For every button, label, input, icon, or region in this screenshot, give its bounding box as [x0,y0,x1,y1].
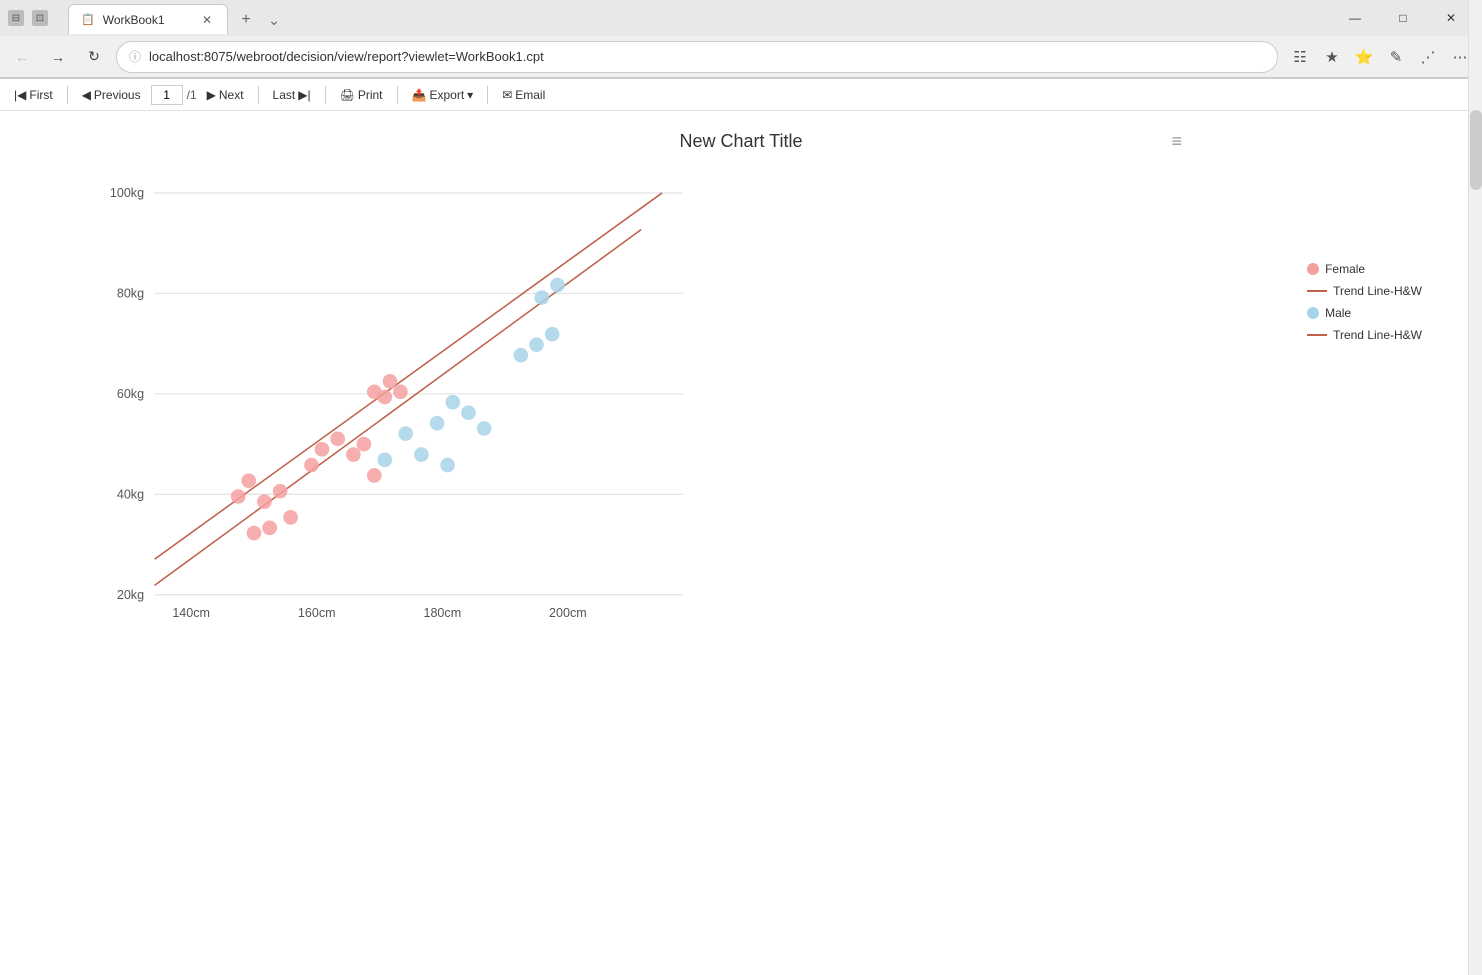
last-icon: ▶| [298,88,310,102]
scatter-svg: 100kg 80kg 60kg 40kg 20kg 140cm 160cm 18… [40,172,740,622]
browser-chrome: ⊟ ⊡ 📋 WorkBook1 ✕ + ⌄ — □ ✕ ← → ↻ ⓘ loca… [0,0,1482,79]
legend-label-male: Male [1325,306,1351,320]
browser-tab-workbook1[interactable]: 📋 WorkBook1 ✕ [68,4,228,34]
export-dropdown-icon: ▾ [467,88,473,102]
export-button[interactable]: 📤 Export ▾ [406,86,480,104]
url-bar[interactable]: ⓘ localhost:8075/webroot/decision/view/r… [116,41,1278,73]
tab-close-button[interactable]: ✕ [199,12,215,28]
svg-text:80kg: 80kg [117,287,144,301]
legend-label-female: Female [1325,262,1365,276]
legend-line-female-trend [1307,290,1327,292]
legend-label-trendline-female: Trend Line-H&W [1333,284,1422,298]
tab-icon: ⊟ [8,10,24,26]
chart-menu-icon[interactable]: ≡ [1171,131,1182,152]
legend-item-female: Female [1307,262,1422,276]
legend-line-male-trend [1307,334,1327,336]
url-text: localhost:8075/webroot/decision/view/rep… [149,49,1265,64]
separator-5 [487,86,488,104]
svg-text:200cm: 200cm [549,606,587,620]
back-button[interactable]: ← [8,43,36,71]
tab-favicon: 📋 [81,13,95,26]
page-total: /1 [187,88,197,102]
address-bar: ← → ↻ ⓘ localhost:8075/webroot/decision/… [0,36,1482,78]
legend-item-trendline-female: Trend Line-H&W [1307,284,1422,298]
separator-1 [67,86,68,104]
info-icon: ⓘ [129,48,141,65]
first-icon: |◀ [14,88,26,102]
tab-title: WorkBook1 [103,13,165,27]
separator-3 [325,86,326,104]
page-number-input[interactable] [151,85,183,105]
maximize-button[interactable]: □ [1380,2,1426,34]
forward-button[interactable]: → [44,43,72,71]
svg-text:100kg: 100kg [110,186,144,200]
title-bar: ⊟ ⊡ 📋 WorkBook1 ✕ + ⌄ — □ ✕ [0,0,1482,36]
svg-text:140cm: 140cm [172,606,210,620]
legend-item-male: Male [1307,306,1422,320]
window-controls-left: ⊟ ⊡ [8,10,48,26]
legend-item-trendline-male: Trend Line-H&W [1307,328,1422,342]
separator-4 [397,86,398,104]
legend-dot-male [1307,307,1319,319]
next-button[interactable]: ▶ Next [201,86,250,104]
tabs-bar: 📋 WorkBook1 ✕ + ⌄ [60,2,296,34]
reload-button[interactable]: ↻ [80,43,108,71]
previous-button[interactable]: ◀ Previous [76,86,147,104]
scatter-chart-area: 100kg 80kg 60kg 40kg 20kg 140cm 160cm 18… [40,172,740,622]
previous-icon: ◀ [82,88,91,102]
svg-text:60kg: 60kg [117,387,144,401]
window-controls-right: — □ ✕ [1332,2,1474,34]
browser-actions: ☷ ★ ⭐ ✎ ⋰ ⋯ [1286,43,1474,71]
svg-text:160cm: 160cm [298,606,336,620]
scrollbar-thumb[interactable] [1470,110,1482,190]
restore-icon: ⊡ [32,10,48,26]
svg-text:180cm: 180cm [423,606,461,620]
next-icon: ▶ [207,88,216,102]
chart-container: New Chart Title ≡ 100kg 80kg 60kg 40kg 2… [0,111,1482,642]
pen-button[interactable]: ✎ [1382,43,1410,71]
legend-label-trendline-male: Trend Line-H&W [1333,328,1422,342]
new-tab-button[interactable]: + [232,6,260,34]
chart-legend: Female Trend Line-H&W Male Trend Line-H&… [1307,262,1422,342]
svg-text:20kg: 20kg [117,588,144,602]
email-icon: ✉ [502,88,512,102]
legend-dot-female [1307,263,1319,275]
chart-with-legend: 100kg 80kg 60kg 40kg 20kg 140cm 160cm 18… [40,172,1442,622]
email-button[interactable]: ✉ Email [496,86,551,104]
svg-text:40kg: 40kg [117,488,144,502]
chart-title: New Chart Title ≡ [40,131,1442,152]
tab-overflow-button[interactable]: ⌄ [260,6,288,34]
last-button[interactable]: Last ▶| [267,86,317,104]
print-icon: 🖨 [340,88,355,102]
share-button[interactable]: ⋰ [1414,43,1442,71]
first-button[interactable]: |◀ First [8,86,59,104]
sidebar-button[interactable]: ☷ [1286,43,1314,71]
favorites-list-button[interactable]: ⭐ [1350,43,1378,71]
favorites-button[interactable]: ★ [1318,43,1346,71]
scrollbar[interactable] [1468,0,1482,975]
export-icon: 📤 [412,88,427,102]
report-toolbar: |◀ First ◀ Previous /1 ▶ Next Last ▶| 🖨 … [0,79,1482,111]
minimize-button[interactable]: — [1332,2,1378,34]
print-button[interactable]: 🖨 Print [334,86,389,104]
separator-2 [258,86,259,104]
